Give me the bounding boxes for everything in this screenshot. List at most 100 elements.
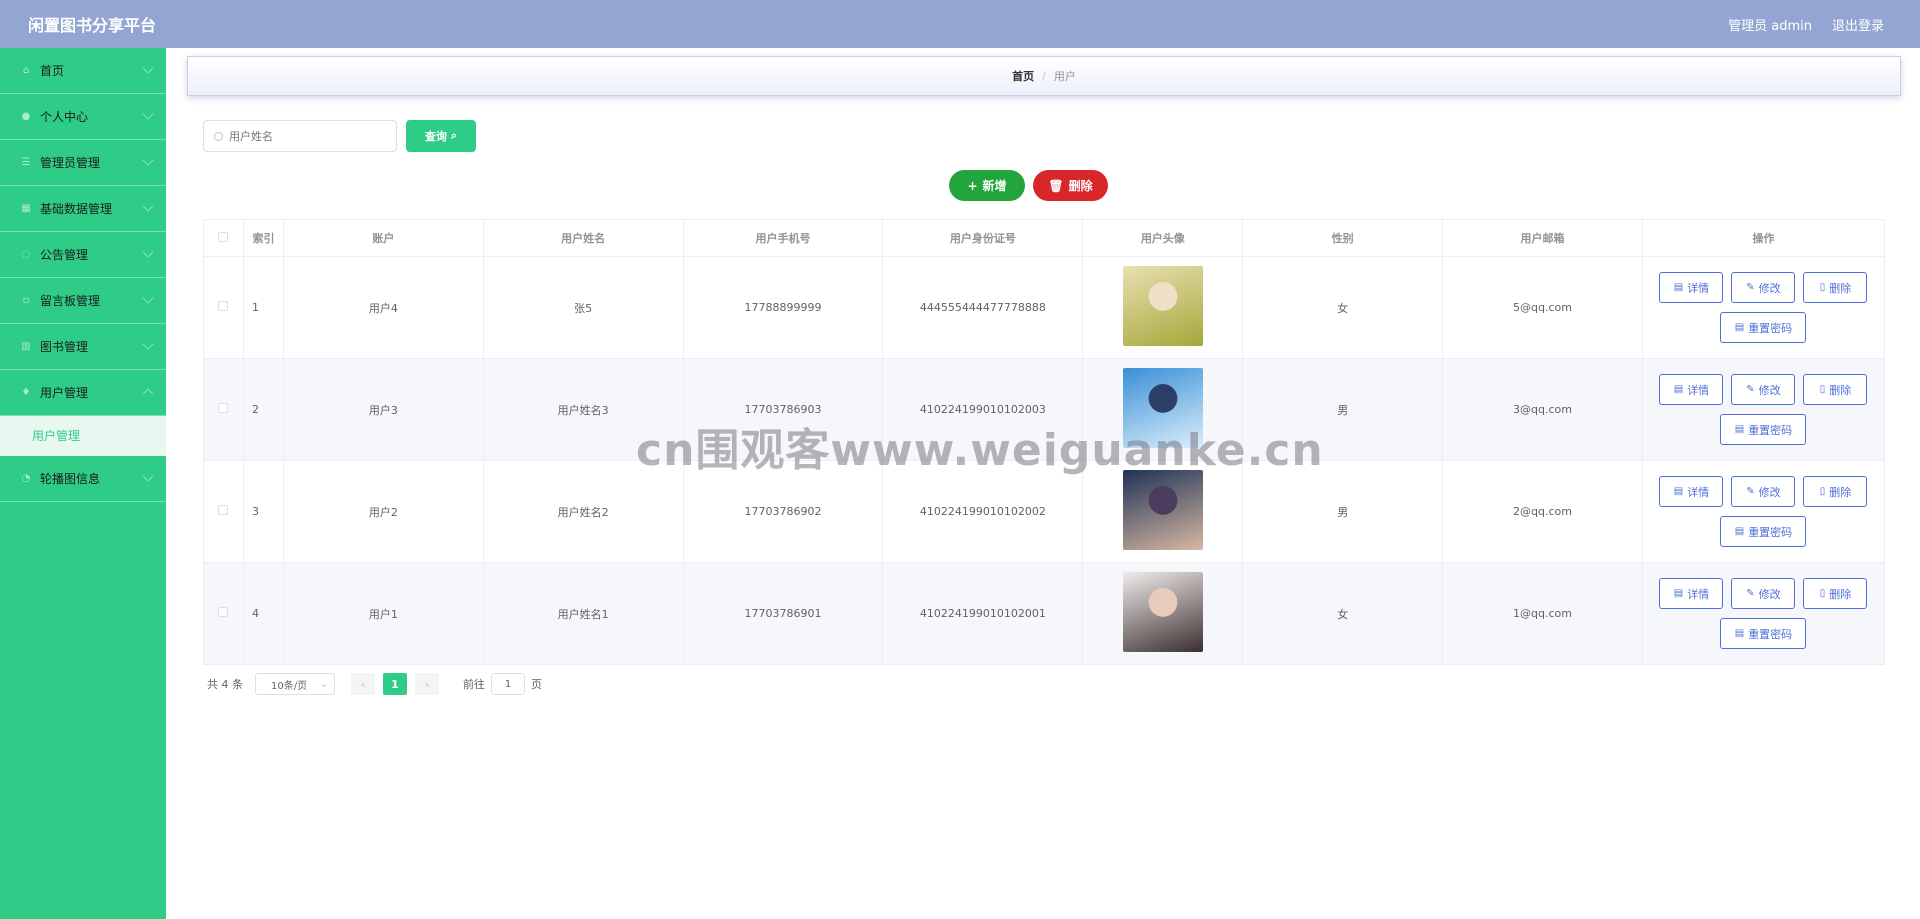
row-checkbox[interactable] bbox=[218, 505, 229, 515]
page-number-button[interactable]: 1 bbox=[383, 673, 407, 695]
row-checkbox[interactable] bbox=[218, 607, 229, 617]
table-row: 1 用户4 张5 17788899999 444555444477778888 … bbox=[203, 256, 1886, 359]
column-header: 用户身份证号 bbox=[882, 219, 1084, 257]
sidebar-item-carousel[interactable]: ◔ 轮播图信息 bbox=[0, 456, 166, 502]
detail-button[interactable]: ▤ 详情 bbox=[1659, 476, 1724, 507]
edit-button[interactable]: ✎ 修改 bbox=[1731, 374, 1796, 405]
logout-link[interactable]: 退出登录 bbox=[1832, 15, 1884, 34]
action-row: + 新增 🗑 删除 bbox=[949, 170, 1108, 201]
detail-button[interactable]: ▤ 详情 bbox=[1659, 374, 1724, 405]
watermark-text: cn围观客www.weiguanke.cn bbox=[636, 425, 1324, 476]
chevron-down-icon bbox=[142, 154, 154, 166]
cell-operations: ▤ 详情 ✎ 修改 ▯ 删除 ▤ 重置密码 bbox=[1641, 562, 1886, 665]
reset-password-label: 重置密码 bbox=[1748, 627, 1793, 641]
sidebar-subitem-user-management[interactable]: 用户管理 bbox=[0, 416, 166, 456]
delete-label: 删除 bbox=[1829, 587, 1852, 601]
cell-operations: ▤ 详情 ✎ 修改 ▯ 删除 ▤ 重置密码 bbox=[1641, 460, 1886, 563]
cell-index: 3 bbox=[242, 460, 284, 563]
detail-label: 详情 bbox=[1687, 485, 1710, 499]
add-button[interactable]: + 新增 bbox=[949, 170, 1025, 201]
edit-button[interactable]: ✎ 修改 bbox=[1731, 578, 1796, 609]
cell-gender: 女 bbox=[1242, 256, 1444, 359]
goto-page-input[interactable] bbox=[491, 673, 525, 695]
cell-operations: ▤ 详情 ✎ 修改 ▯ 删除 ▤ 重置密码 bbox=[1641, 256, 1886, 359]
select-all-checkbox[interactable] bbox=[218, 231, 229, 242]
cell-name: 用户姓名1 bbox=[482, 562, 684, 665]
app-title: 闲置图书分享平台 bbox=[28, 16, 157, 35]
sidebar-item-notices[interactable]: ◌ 公告管理 bbox=[0, 232, 166, 278]
search-input[interactable] bbox=[229, 129, 389, 143]
column-header: 索引 bbox=[242, 219, 284, 257]
search-field[interactable] bbox=[203, 120, 397, 152]
sidebar-item-label: 公告管理 bbox=[40, 248, 89, 262]
sidebar-item-home[interactable]: ⌂ 首页 bbox=[0, 48, 166, 94]
reset-password-label: 重置密码 bbox=[1748, 321, 1793, 335]
chevron-down-icon bbox=[142, 108, 154, 120]
sidebar-item-profile[interactable]: ● 个人中心 bbox=[0, 94, 166, 140]
cell-name: 张5 bbox=[482, 256, 684, 359]
reset-password-button[interactable]: ▤ 重置密码 bbox=[1720, 312, 1807, 343]
cell-account: 用户3 bbox=[282, 358, 484, 461]
chevron-down-icon bbox=[142, 246, 154, 258]
edit-icon: ✎ bbox=[1746, 588, 1755, 599]
reset-password-button[interactable]: ▤ 重置密码 bbox=[1720, 516, 1807, 547]
document-icon: ▤ bbox=[1734, 424, 1745, 435]
reset-password-label: 重置密码 bbox=[1748, 423, 1793, 437]
delete-button[interactable]: ▯ 删除 bbox=[1803, 272, 1868, 303]
plus-icon: + bbox=[967, 178, 978, 193]
document-icon: ▤ bbox=[1734, 628, 1745, 639]
image-icon: ◔ bbox=[21, 473, 31, 484]
page-size-value: 10条/页 bbox=[271, 680, 308, 692]
trash-icon: ▯ bbox=[1819, 486, 1826, 497]
delete-label: 删除 bbox=[1829, 281, 1852, 295]
page-size-select[interactable]: 10条/页 ⌄ bbox=[255, 673, 335, 695]
book-icon: ▥ bbox=[21, 341, 31, 352]
column-header: 用户姓名 bbox=[482, 219, 684, 257]
sidebar-item-admins[interactable]: ☰ 管理员管理 bbox=[0, 140, 166, 186]
sidebar-item-messages[interactable]: ▫ 留言板管理 bbox=[0, 278, 166, 324]
cell-index: 2 bbox=[242, 358, 284, 461]
edit-button[interactable]: ✎ 修改 bbox=[1731, 476, 1796, 507]
batch-delete-button[interactable]: 🗑 删除 bbox=[1033, 170, 1108, 201]
reset-password-button[interactable]: ▤ 重置密码 bbox=[1720, 414, 1807, 445]
home-icon: ⌂ bbox=[22, 65, 30, 76]
column-header: 用户头像 bbox=[1082, 219, 1244, 257]
column-header: 账户 bbox=[282, 219, 484, 257]
detail-button[interactable]: ▤ 详情 bbox=[1659, 272, 1724, 303]
query-button[interactable]: 查询 ⌕ bbox=[406, 120, 476, 152]
document-icon: ▤ bbox=[1673, 282, 1684, 293]
edit-label: 修改 bbox=[1758, 485, 1781, 499]
breadcrumb-home[interactable]: 首页 bbox=[1012, 68, 1034, 84]
breadcrumb: 首页 / 用户 bbox=[187, 56, 1901, 96]
delete-button[interactable]: ▯ 删除 bbox=[1803, 578, 1868, 609]
goto-label: 前往 bbox=[463, 678, 485, 691]
edit-label: 修改 bbox=[1758, 587, 1781, 601]
cell-account: 用户4 bbox=[282, 256, 484, 359]
person-icon: ♦ bbox=[21, 387, 31, 398]
edit-icon: ✎ bbox=[1746, 384, 1755, 395]
header-select-all[interactable] bbox=[203, 219, 244, 257]
prev-page-button[interactable]: ‹ bbox=[351, 673, 375, 695]
avatar bbox=[1122, 470, 1203, 550]
reset-password-button[interactable]: ▤ 重置密码 bbox=[1720, 618, 1807, 649]
admin-user-label[interactable]: 管理员 admin bbox=[1728, 15, 1812, 34]
sidebar-item-users[interactable]: ♦ 用户管理 bbox=[0, 370, 166, 416]
row-checkbox-cell bbox=[203, 460, 244, 563]
edit-button[interactable]: ✎ 修改 bbox=[1731, 272, 1796, 303]
cell-email: 3@qq.com bbox=[1442, 358, 1643, 461]
delete-button[interactable]: ▯ 删除 bbox=[1803, 374, 1868, 405]
delete-button[interactable]: ▯ 删除 bbox=[1803, 476, 1868, 507]
sidebar-item-books[interactable]: ▥ 图书管理 bbox=[0, 324, 166, 370]
sidebar-item-label: 个人中心 bbox=[40, 110, 89, 124]
column-header: 用户邮箱 bbox=[1442, 219, 1643, 257]
next-page-button[interactable]: › bbox=[415, 673, 439, 695]
sidebar-item-base-data[interactable]: ▦ 基础数据管理 bbox=[0, 186, 166, 232]
document-icon: ▤ bbox=[1673, 384, 1684, 395]
detail-button[interactable]: ▤ 详情 bbox=[1659, 578, 1724, 609]
row-checkbox[interactable] bbox=[218, 403, 229, 413]
operations-group: ▤ 详情 ✎ 修改 ▯ 删除 ▤ 重置密码 bbox=[1643, 578, 1884, 649]
goto-page: 前往 页 bbox=[463, 673, 542, 695]
pagination-total: 共 4 条 bbox=[207, 678, 243, 691]
row-checkbox[interactable] bbox=[218, 301, 229, 311]
detail-label: 详情 bbox=[1687, 587, 1710, 601]
